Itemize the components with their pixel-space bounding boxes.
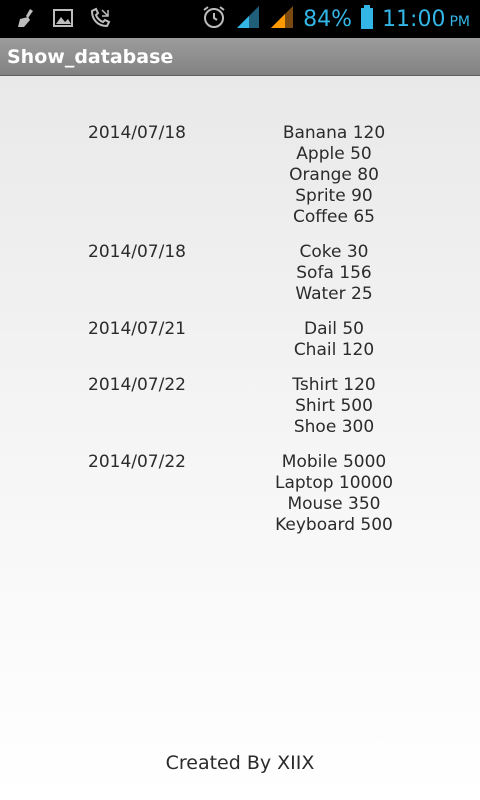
record-item: Mouse 350 (287, 494, 381, 514)
record-item: Shirt 500 (295, 396, 373, 416)
notification-icons (16, 7, 112, 33)
record-item: Dail 50 (304, 319, 364, 339)
clock: 11:00 PM (382, 7, 470, 32)
clock-ampm: PM (449, 13, 470, 30)
record-item: Orange 80 (289, 165, 379, 185)
battery-percent: 84% (303, 6, 353, 32)
action-bar: Show_database (0, 38, 480, 76)
footer-credit: Created By XIIX (165, 752, 315, 774)
record-item: Sofa 156 (296, 263, 372, 283)
record-date: 2014/07/22 (88, 375, 186, 395)
record-item: Sprite 90 (295, 186, 373, 206)
record-items: Coke 30 Sofa 156 Water 25 (234, 242, 434, 305)
record-item: Coke 30 (299, 242, 369, 262)
clock-time: 11:00 (382, 6, 446, 32)
image-icon (52, 7, 74, 33)
record-date: 2014/07/18 (88, 123, 186, 143)
record-date: 2014/07/18 (88, 242, 186, 262)
record-item: Water 25 (295, 284, 373, 304)
signal-icon (269, 4, 295, 34)
page-title: Show_database (7, 46, 174, 68)
alarm-icon (201, 4, 227, 34)
system-icons: 84% 11:00 PM (201, 4, 470, 34)
status-bar: 84% 11:00 PM (0, 0, 480, 38)
record-item: Keyboard 500 (275, 515, 393, 535)
record-item: Laptop 10000 (274, 473, 394, 493)
record-items: Tshirt 120 Shirt 500 Shoe 300 (234, 375, 434, 438)
record-item: Shoe 300 (293, 417, 375, 437)
record-item: Apple 50 (296, 144, 372, 164)
signal-icon (235, 4, 261, 34)
record-item: Mobile 5000 (281, 452, 387, 472)
battery-icon (360, 4, 374, 34)
record-item: Chail 120 (293, 340, 375, 360)
cleaner-icon (16, 7, 38, 33)
missed-call-icon (88, 7, 112, 33)
record-item: Tshirt 120 (292, 375, 376, 395)
record-item: Coffee 65 (293, 207, 375, 227)
record-item: Banana 120 (282, 123, 386, 143)
record-date: 2014/07/21 (88, 319, 186, 339)
record-date: 2014/07/22 (88, 452, 186, 472)
record-items: Dail 50 Chail 120 (234, 319, 434, 361)
record-items: Banana 120 Apple 50 Orange 80 Sprite 90 … (234, 123, 434, 228)
record-items: Mobile 5000 Laptop 10000 Mouse 350 Keybo… (234, 452, 434, 536)
database-list: 2014/07/18 Banana 120 Apple 50 Orange 80… (0, 76, 480, 800)
